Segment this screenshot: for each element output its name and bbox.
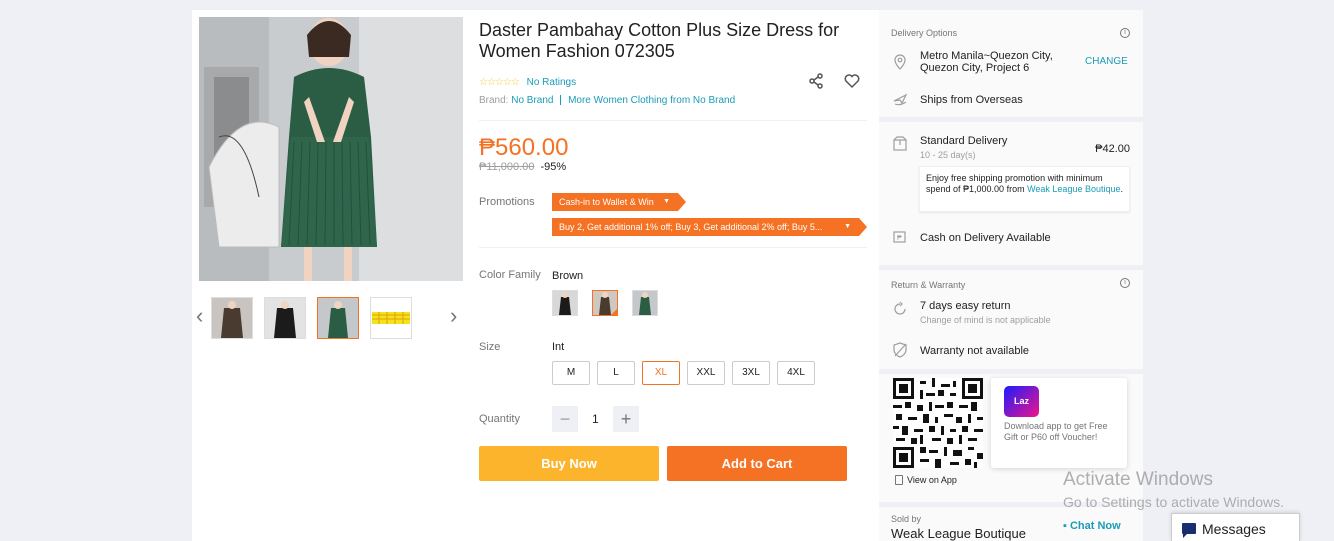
divider xyxy=(879,369,1143,374)
quantity-decrease-button[interactable]: − xyxy=(552,406,578,432)
chat-now-button[interactable]: ▪ Chat Now xyxy=(1063,520,1121,532)
delivery-sidebar: Delivery Options i Metro Manila~Quezon C… xyxy=(879,10,1143,541)
easy-return-note: Change of mind is not applicable xyxy=(920,315,1051,325)
size-option-4xl[interactable]: 4XL xyxy=(777,361,815,385)
brand-link[interactable]: No Brand xyxy=(511,95,553,106)
add-to-cart-button[interactable]: Add to Cart xyxy=(667,446,847,481)
seller-name[interactable]: Weak League Boutique xyxy=(891,526,1026,541)
quantity-increase-button[interactable]: + xyxy=(613,406,639,432)
view-on-app-label: View on App xyxy=(907,475,957,485)
messages-button[interactable]: Messages xyxy=(1171,513,1300,541)
standard-delivery-days: 10 - 25 day(s) xyxy=(920,150,976,160)
return-icon xyxy=(894,301,906,315)
divider xyxy=(879,117,1143,122)
sold-by-label: Sold by xyxy=(891,514,922,524)
star-icons: ☆☆☆☆☆ xyxy=(479,77,520,88)
promotion-text: Cash-in to Wallet & Win xyxy=(559,197,654,207)
chat-now-label: Chat Now xyxy=(1069,520,1121,532)
standard-delivery: Standard Delivery xyxy=(920,135,1008,147)
thumbnail-strip: ‹ › xyxy=(192,295,467,340)
size-label: Size xyxy=(479,341,501,353)
color-selected: Brown xyxy=(552,270,584,282)
product-title: Daster Pambahay Cotton Plus Size Dress f… xyxy=(479,20,840,61)
view-on-app-link[interactable]: View on App xyxy=(895,475,957,485)
buy-now-button[interactable]: Buy Now xyxy=(479,446,659,481)
airplane-icon xyxy=(893,93,908,106)
return-warranty-title: Return & Warranty xyxy=(891,280,966,290)
divider xyxy=(479,247,867,248)
gallery-prev-arrow[interactable]: ‹ xyxy=(196,305,203,327)
activate-windows-subtitle: Go to Settings to activate Windows. xyxy=(1063,494,1284,510)
heart-icon[interactable] xyxy=(844,73,860,89)
divider xyxy=(879,265,1143,270)
messages-label: Messages xyxy=(1202,521,1266,537)
product-info: Daster Pambahay Cotton Plus Size Dress f… xyxy=(479,20,867,481)
price-original-row: ₱11,000.00 -95% xyxy=(479,161,566,173)
ratings-link[interactable]: No Ratings xyxy=(527,77,576,88)
share-icon[interactable] xyxy=(808,73,824,89)
promotions-label: Promotions xyxy=(479,196,535,208)
activate-windows-title: Activate Windows xyxy=(1063,469,1213,490)
brand-separator xyxy=(560,95,562,106)
size-option-xxl[interactable]: XXL xyxy=(687,361,725,385)
location-pin-icon xyxy=(894,54,906,70)
info-icon[interactable]: i xyxy=(1120,28,1130,38)
promotion-text: Buy 2, Get additional 1% off; Buy 3, Get… xyxy=(559,222,823,232)
color-swatch-green[interactable] xyxy=(632,290,658,316)
message-icon xyxy=(1182,523,1196,538)
promotion-tag-buy-more[interactable]: Buy 2, Get additional 1% off; Buy 3, Get… xyxy=(552,218,867,236)
quantity-value[interactable]: 1 xyxy=(592,412,599,426)
brand-label: Brand: xyxy=(479,95,509,106)
more-from-brand-link[interactable]: More Women Clothing from No Brand xyxy=(568,95,735,106)
size-option-xl-selected[interactable]: XL xyxy=(642,361,680,385)
product-price: ₱560.00 xyxy=(479,134,569,161)
delivery-location: Metro Manila~Quezon City, Quezon City, P… xyxy=(920,50,1053,74)
color-family-label: Color Family xyxy=(479,269,541,281)
thumbnail-brown[interactable] xyxy=(211,297,253,339)
store-link[interactable]: Weak League Boutique xyxy=(1027,184,1120,194)
promotion-tag-cash-in[interactable]: Cash-in to Wallet & Win ▼ xyxy=(552,193,686,211)
app-download-card[interactable]: Laz Download app to get Free Gift or P60… xyxy=(991,378,1127,468)
thumbnail-size-chart[interactable] xyxy=(370,297,412,339)
color-swatch-brown-selected[interactable] xyxy=(592,290,618,316)
chevron-down-icon: ▼ xyxy=(663,198,670,205)
thumbnail-black[interactable] xyxy=(264,297,306,339)
chevron-down-icon: ▼ xyxy=(844,223,851,230)
qr-code-icon xyxy=(893,378,983,468)
phone-icon xyxy=(895,475,903,485)
size-system: Int xyxy=(552,341,565,353)
gallery-next-arrow[interactable]: › xyxy=(450,305,457,327)
original-price: ₱11,000.00 xyxy=(479,161,535,173)
package-icon xyxy=(893,136,907,151)
change-location-button[interactable]: CHANGE xyxy=(1085,56,1128,67)
product-main-image[interactable] xyxy=(199,17,463,281)
size-option-m[interactable]: M xyxy=(552,361,590,385)
brand-line: Brand: No Brand More Women Clothing from… xyxy=(479,95,735,106)
chat-icon: ▪ xyxy=(1063,520,1067,532)
divider xyxy=(479,120,867,121)
easy-return: 7 days easy return xyxy=(920,300,1011,312)
lazada-app-logo: Laz xyxy=(1004,386,1039,417)
info-icon[interactable]: i xyxy=(1120,278,1130,288)
app-download-text: Download app to get Free Gift or P60 off… xyxy=(1004,421,1108,442)
size-option-l[interactable]: L xyxy=(597,361,635,385)
svg-text:₱: ₱ xyxy=(897,235,902,242)
warranty-status: Warranty not available xyxy=(920,345,1030,357)
cash-on-delivery: Cash on Delivery Available xyxy=(920,232,1051,244)
free-shipping-promo: Enjoy free shipping promotion with minim… xyxy=(919,166,1130,212)
rating-stars: ☆☆☆☆☆ No Ratings xyxy=(479,77,576,88)
quantity-label: Quantity xyxy=(479,413,520,425)
cash-icon: ₱ xyxy=(893,231,906,243)
delivery-options-title: Delivery Options xyxy=(891,28,958,38)
shield-off-icon xyxy=(893,342,907,358)
ships-from: Ships from Overseas xyxy=(920,94,1023,106)
discount-percent: -95% xyxy=(540,161,567,173)
color-swatch-black[interactable] xyxy=(552,290,578,316)
size-option-3xl[interactable]: 3XL xyxy=(732,361,770,385)
standard-delivery-price: ₱42.00 xyxy=(1095,143,1130,155)
thumbnail-green-selected[interactable] xyxy=(317,297,359,339)
